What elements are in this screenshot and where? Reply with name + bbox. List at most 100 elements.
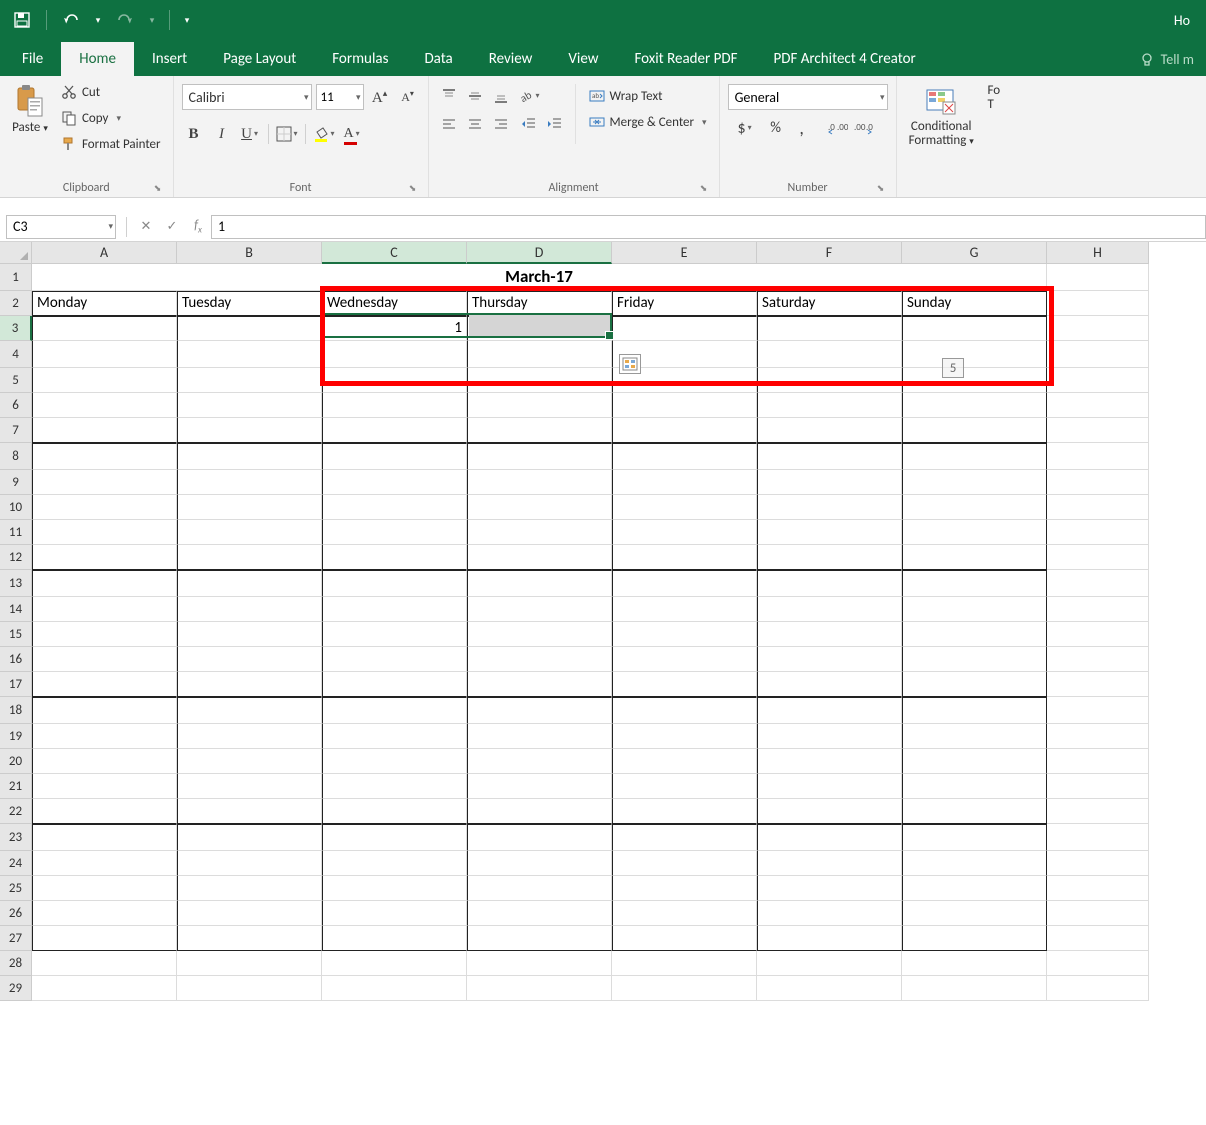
cell-F19[interactable]	[757, 724, 902, 749]
cell-E7[interactable]	[612, 418, 757, 443]
cell-H11[interactable]	[1047, 520, 1149, 545]
cell-D29[interactable]	[467, 976, 612, 1001]
cell-E8[interactable]	[612, 443, 757, 470]
cut-button[interactable]: Cut	[56, 80, 165, 104]
orientation-button[interactable]: ab	[517, 84, 541, 108]
cell-B23[interactable]	[177, 824, 322, 851]
cell-G25[interactable]	[902, 876, 1047, 901]
wrap-text-button[interactable]: ab Wrap Text	[584, 84, 711, 108]
cell-H28[interactable]	[1047, 951, 1149, 976]
cell-E18[interactable]	[612, 697, 757, 724]
cell-F21[interactable]	[757, 774, 902, 799]
cell-G15[interactable]	[902, 622, 1047, 647]
number-format-combo[interactable]: General▾	[728, 84, 888, 110]
cell-A5[interactable]	[32, 368, 177, 393]
cell-A17[interactable]	[32, 672, 177, 697]
row-header-12[interactable]: 12	[0, 545, 32, 570]
cell-H6[interactable]	[1047, 393, 1149, 418]
font-color-button[interactable]: A	[340, 122, 364, 146]
cell-E12[interactable]	[612, 545, 757, 570]
cell-E23[interactable]	[612, 824, 757, 851]
undo-dropdown[interactable]: ▾	[91, 6, 105, 34]
cell-B13[interactable]	[177, 570, 322, 597]
row-header-28[interactable]: 28	[0, 951, 32, 976]
cell-G24[interactable]	[902, 851, 1047, 876]
comma-button[interactable]: ,	[790, 116, 814, 140]
cell-D16[interactable]	[467, 647, 612, 672]
cell-E21[interactable]	[612, 774, 757, 799]
cell-G20[interactable]	[902, 749, 1047, 774]
borders-button[interactable]	[275, 122, 299, 146]
cell-H10[interactable]	[1047, 495, 1149, 520]
row-header-9[interactable]: 9	[0, 470, 32, 495]
cell-D27[interactable]	[467, 926, 612, 951]
cell-F7[interactable]	[757, 418, 902, 443]
qat-customize[interactable]: ▾	[180, 6, 194, 34]
cell-D28[interactable]	[467, 951, 612, 976]
cell-F17[interactable]	[757, 672, 902, 697]
cell-H19[interactable]	[1047, 724, 1149, 749]
row-header-15[interactable]: 15	[0, 622, 32, 647]
cell-H24[interactable]	[1047, 851, 1149, 876]
row-header-8[interactable]: 8	[0, 443, 32, 470]
cell-B3[interactable]	[177, 316, 322, 341]
cell-A16[interactable]	[32, 647, 177, 672]
col-header-A[interactable]: A	[32, 242, 177, 264]
cell-G8[interactable]	[902, 443, 1047, 470]
row-header-29[interactable]: 29	[0, 976, 32, 1001]
cell-B21[interactable]	[177, 774, 322, 799]
cell-A29[interactable]	[32, 976, 177, 1001]
cell-D13[interactable]	[467, 570, 612, 597]
cell-D10[interactable]	[467, 495, 612, 520]
cell-E11[interactable]	[612, 520, 757, 545]
cell-H3[interactable]	[1047, 316, 1149, 341]
col-header-H[interactable]: H	[1047, 242, 1149, 264]
tab-file[interactable]: File	[4, 42, 61, 76]
enter-formula-button[interactable]: ✓	[159, 215, 185, 239]
row-header-4[interactable]: 4	[0, 341, 32, 368]
cell-D4[interactable]	[467, 341, 612, 368]
cell-D15[interactable]	[467, 622, 612, 647]
cell-F9[interactable]	[757, 470, 902, 495]
cell-A2[interactable]: Monday	[32, 291, 177, 316]
cell-B7[interactable]	[177, 418, 322, 443]
cell-H25[interactable]	[1047, 876, 1149, 901]
cell-D7[interactable]	[467, 418, 612, 443]
cell-G7[interactable]	[902, 418, 1047, 443]
cell-B27[interactable]	[177, 926, 322, 951]
cell-C13[interactable]	[322, 570, 467, 597]
cell-B6[interactable]	[177, 393, 322, 418]
insert-function-button[interactable]: fx	[185, 215, 211, 239]
select-all-corner[interactable]	[0, 242, 32, 264]
cell-C14[interactable]	[322, 597, 467, 622]
cell-H22[interactable]	[1047, 799, 1149, 824]
formula-input[interactable]: 1	[211, 215, 1206, 239]
cell-H7[interactable]	[1047, 418, 1149, 443]
cell-E10[interactable]	[612, 495, 757, 520]
cell-G26[interactable]	[902, 901, 1047, 926]
cell-H2[interactable]	[1047, 291, 1149, 316]
cell-B12[interactable]	[177, 545, 322, 570]
align-center-button[interactable]	[463, 112, 487, 136]
tab-page-layout[interactable]: Page Layout	[205, 42, 314, 76]
cell-A14[interactable]	[32, 597, 177, 622]
cell-E22[interactable]	[612, 799, 757, 824]
accounting-button[interactable]: $	[728, 116, 762, 140]
cell-A26[interactable]	[32, 901, 177, 926]
cell-C19[interactable]	[322, 724, 467, 749]
increase-font-button[interactable]: A▴	[368, 85, 392, 109]
cell-E14[interactable]	[612, 597, 757, 622]
tab-review[interactable]: Review	[471, 42, 551, 76]
tab-insert[interactable]: Insert	[134, 42, 205, 76]
number-launcher[interactable]: ⬊	[874, 181, 888, 195]
cell-A9[interactable]	[32, 470, 177, 495]
cell-H9[interactable]	[1047, 470, 1149, 495]
cell-E29[interactable]	[612, 976, 757, 1001]
row-header-24[interactable]: 24	[0, 851, 32, 876]
cell-F18[interactable]	[757, 697, 902, 724]
cell-title[interactable]: March-17	[32, 264, 1047, 291]
cell-G5[interactable]	[902, 368, 1047, 393]
tab-formulas[interactable]: Formulas	[314, 42, 406, 76]
merge-center-button[interactable]: Merge & Center ▾	[584, 110, 711, 134]
undo-button[interactable]	[57, 6, 85, 34]
